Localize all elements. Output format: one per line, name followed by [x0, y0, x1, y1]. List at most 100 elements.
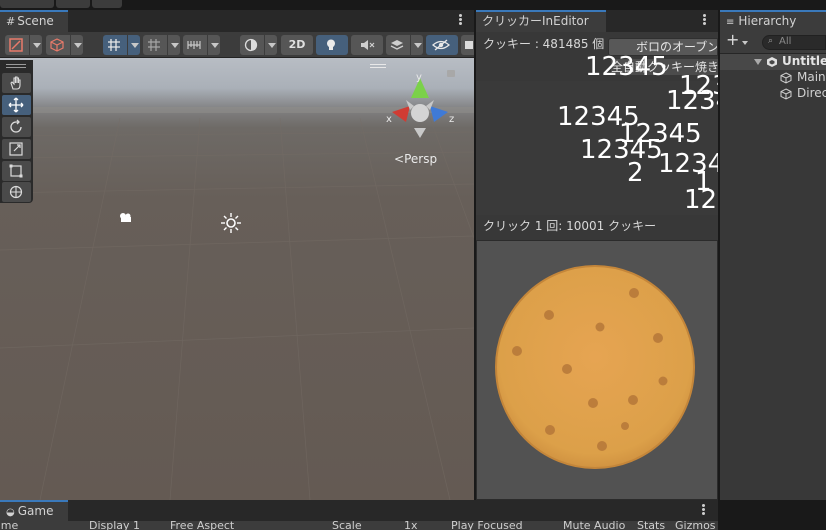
camera-settings-button[interactable]: [461, 35, 474, 55]
chevron-down-icon: [167, 35, 180, 55]
transform-tool-button[interactable]: [2, 182, 31, 202]
grid-icon: [148, 39, 160, 51]
rect-transform-icon: [9, 164, 23, 178]
aspect-dropdown[interactable]: Free Aspect: [170, 521, 234, 530]
tool-palette: [0, 60, 33, 203]
effects-button[interactable]: [386, 35, 423, 55]
scene-tabbar: # Scene: [0, 10, 474, 32]
cube-outline-icon: [50, 38, 64, 52]
floating-number: 12: [684, 185, 718, 215]
gizmo-z-label: z: [449, 114, 455, 125]
search-icon: ⌕: [768, 36, 774, 46]
display-dropdown[interactable]: Display 1: [89, 521, 140, 530]
hierarchy-panel: + ⌕ All Untitled Main Direc: [720, 30, 826, 500]
hierarchy-item[interactable]: Direc: [720, 86, 826, 102]
cookie-icon[interactable]: [477, 241, 717, 499]
layers-icon: [390, 40, 404, 50]
audio-toggle-button[interactable]: [351, 35, 383, 55]
chevron-down-icon: [207, 35, 220, 55]
hierarchy-tabbar: ≡ Hierarchy: [720, 10, 826, 32]
gizmos-toggle[interactable]: Gizmos: [675, 521, 716, 530]
floating-number: 2: [627, 158, 644, 188]
transform-icon: [9, 185, 23, 199]
overlay-menu-icon[interactable]: [370, 64, 386, 68]
projection-icon: <: [394, 152, 405, 166]
projection-toggle[interactable]: <Persp: [394, 152, 437, 166]
list-icon: ≡: [726, 17, 735, 28]
tab-clicker[interactable]: クリッカーInEditor: [476, 10, 606, 32]
clicker-menu-icon[interactable]: [703, 14, 707, 26]
hidden-objects-toggle[interactable]: [426, 35, 458, 55]
scene-name-label: Untitled: [782, 54, 826, 68]
rect-tool-button[interactable]: [2, 161, 31, 181]
chevron-down-icon: [127, 35, 140, 55]
hand-icon: [10, 76, 21, 90]
scene-row[interactable]: Untitled: [720, 54, 826, 70]
gizmo-x-label: x: [386, 114, 392, 125]
clicker-tabbar: クリッカーInEditor: [476, 10, 718, 32]
lighting-toggle-button[interactable]: [316, 35, 348, 55]
snap-toggle-button[interactable]: [103, 35, 140, 55]
toggle-2d-button[interactable]: 2D: [281, 35, 313, 55]
floating-number: 12345: [666, 86, 718, 116]
chevron-down-icon: [410, 35, 423, 55]
tab-scene[interactable]: # Scene: [0, 10, 68, 32]
floating-number: 12345: [585, 52, 668, 82]
chevron-down-icon[interactable]: [742, 41, 748, 45]
rotate-tool-button[interactable]: [2, 117, 31, 137]
camera-icon[interactable]: [118, 212, 134, 224]
game-toolbar: ame Display 1 Free Aspect Scale 1x Play …: [0, 521, 718, 530]
render-mode-button[interactable]: [46, 35, 83, 55]
mute-audio-toggle[interactable]: Mute Audio: [563, 521, 625, 530]
lock-icon[interactable]: [447, 70, 455, 77]
directional-light-icon[interactable]: [220, 212, 242, 234]
increment-snap-button[interactable]: [183, 35, 220, 55]
shaded-mode-icon: [9, 38, 23, 52]
cloud-button[interactable]: [56, 0, 90, 8]
palette-grip[interactable]: [6, 64, 26, 65]
hierarchy-item[interactable]: Main: [720, 70, 826, 86]
game-menu-icon[interactable]: [702, 504, 706, 516]
stats-toggle[interactable]: Stats: [637, 521, 665, 530]
gameobject-cube-icon: [780, 88, 792, 100]
unity-editor: # Scene 2D x y z <Persp クリッカーInEditor クッ…: [0, 0, 826, 530]
sphere-icon: [244, 38, 258, 52]
scale-label: Scale: [332, 521, 362, 530]
hand-tool-button[interactable]: [2, 73, 31, 93]
rotate-icon: [10, 119, 22, 133]
tab-hierarchy[interactable]: ≡ Hierarchy: [720, 10, 826, 32]
scene-toolbar: 2D: [0, 32, 474, 58]
audio-muted-icon: [361, 40, 375, 50]
floating-number: 12345: [580, 135, 663, 165]
scale-tool-button[interactable]: [2, 139, 31, 159]
chevron-down-icon: [70, 35, 83, 55]
shading-sphere-button[interactable]: [240, 35, 277, 55]
scene-viewport[interactable]: x y z <Persp: [0, 58, 474, 500]
hierarchy-item-label: Direc: [797, 86, 826, 100]
chevron-down-icon: [29, 35, 42, 55]
grid-toggle-button[interactable]: [143, 35, 180, 55]
move-tool-button[interactable]: [2, 95, 31, 115]
palette-grip-line: [6, 67, 26, 68]
scene-menu-icon[interactable]: [459, 14, 463, 26]
lightbulb-icon: [327, 39, 335, 50]
ruler-icon: [187, 41, 201, 49]
square-icon: [465, 41, 473, 49]
grid-snap-icon: [108, 39, 120, 51]
collab-button[interactable]: [92, 0, 122, 8]
game-mode-dropdown[interactable]: ame: [0, 521, 18, 530]
chevron-down-icon: [264, 35, 277, 55]
gamepad-icon: ◒: [6, 507, 15, 518]
hierarchy-search-input[interactable]: ⌕ All: [762, 35, 826, 50]
search-placeholder: All: [779, 36, 792, 47]
grid-icon: #: [6, 15, 16, 28]
scene-grid: [0, 118, 474, 500]
gizmo-y-label: y: [416, 72, 422, 83]
play-focused-dropdown[interactable]: Play Focused: [451, 521, 523, 530]
draw-mode-button[interactable]: [5, 35, 42, 55]
tab-game[interactable]: ◒ Game: [0, 500, 68, 521]
hierarchy-item-label: Main: [797, 70, 826, 84]
add-icon[interactable]: +: [726, 30, 739, 49]
account-button[interactable]: [0, 0, 54, 8]
expand-arrow-icon[interactable]: [754, 59, 762, 65]
